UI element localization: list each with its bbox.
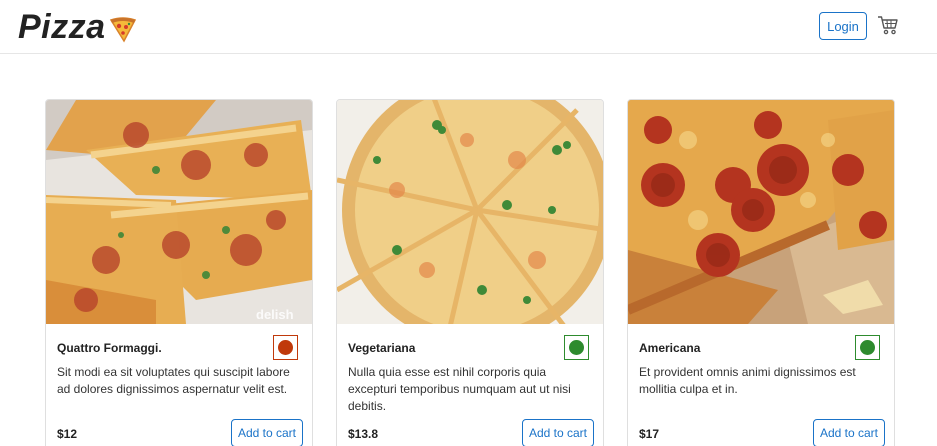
add-to-cart-button[interactable]: Add to cart xyxy=(522,419,594,446)
product-name: Quattro Formaggi. xyxy=(57,341,162,355)
product-price: $17 xyxy=(639,427,660,441)
product-image: delish xyxy=(46,100,312,324)
pizza-slice-icon xyxy=(109,17,136,43)
image-watermark: delish xyxy=(256,307,294,322)
veg-indicator-icon xyxy=(564,335,589,360)
product-description: Et provident omnis animi dignissimos est… xyxy=(639,365,856,396)
product-card: Vegetariana Nulla quia esse est nihil co… xyxy=(336,99,604,446)
shopping-cart-icon[interactable] xyxy=(877,14,899,36)
product-image xyxy=(628,100,894,324)
add-to-cart-button[interactable]: Add to cart xyxy=(231,419,303,446)
brand-name: Pizza xyxy=(18,8,106,46)
product-name: Americana xyxy=(639,341,701,355)
product-price: $12 xyxy=(57,427,78,441)
brand-logo[interactable]: Pizza xyxy=(18,8,137,46)
veg-indicator-icon xyxy=(855,335,880,360)
product-card: Americana Et provident omnis animi digni… xyxy=(627,99,895,446)
product-description: Nulla quia esse est nihil corporis quia … xyxy=(348,365,571,413)
non-veg-indicator-icon xyxy=(273,335,298,360)
navbar: Pizza Login xyxy=(0,0,937,54)
product-description: Sit modi ea sit voluptates qui suscipit … xyxy=(57,365,290,396)
product-card: delish Quattro Formaggi. Sit modi ea sit… xyxy=(45,99,313,446)
add-to-cart-button[interactable]: Add to cart xyxy=(813,419,885,446)
product-image xyxy=(337,100,603,324)
product-price: $13.8 xyxy=(348,427,379,441)
login-button[interactable]: Login xyxy=(819,12,867,40)
product-name: Vegetariana xyxy=(348,341,416,355)
